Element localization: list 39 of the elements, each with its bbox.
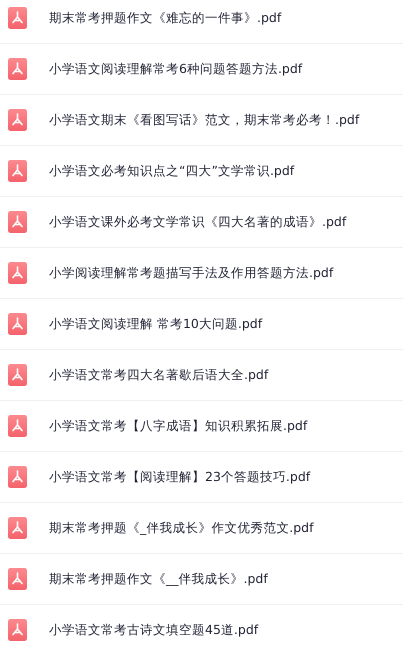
file-row[interactable]: 期末常考押题作文《难忘的一件事》.pdf [0, 0, 403, 44]
file-row[interactable]: 小学语文阅读理解常考6种问题答题方法.pdf [0, 44, 403, 95]
pdf-file-icon [8, 262, 27, 284]
file-row[interactable]: 小学阅读理解常考题描写手法及作用答题方法.pdf [0, 248, 403, 299]
file-name: 小学语文常考古诗文填空题45道.pdf [49, 622, 258, 638]
file-row[interactable]: 小学语文课外必考文学常识《四大名著的成语》.pdf [0, 197, 403, 248]
file-row[interactable]: 小学语文期末《看图写话》范文，期末常考必考！.pdf [0, 95, 403, 146]
file-name: 小学语文必考知识点之“四大”文学常识.pdf [49, 162, 294, 180]
file-name: 小学语文常考【阅读理解】23个答题技巧.pdf [49, 468, 310, 486]
file-name: 小学语文阅读理解 常考10大问题.pdf [49, 316, 262, 332]
file-name: 期末常考押题《_伴我成长》作文优秀范文.pdf [49, 520, 314, 536]
pdf-file-icon [8, 109, 27, 131]
file-name: 期末常考押题作文《难忘的一件事》.pdf [49, 10, 282, 26]
file-row[interactable]: 小学语文阅读理解 常考10大问题.pdf [0, 299, 403, 350]
file-name: 小学语文课外必考文学常识《四大名著的成语》.pdf [49, 214, 346, 230]
file-row[interactable]: 小学语文常考【八字成语】知识积累拓展.pdf [0, 401, 403, 452]
file-name: 小学阅读理解常考题描写手法及作用答题方法.pdf [49, 264, 334, 282]
pdf-file-icon [8, 466, 27, 488]
file-row[interactable]: 小学语文常考【阅读理解】23个答题技巧.pdf [0, 452, 403, 503]
pdf-file-icon [8, 568, 27, 590]
file-row[interactable]: 小学语文必考知识点之“四大”文学常识.pdf [0, 146, 403, 197]
file-row[interactable]: 小学语文常考古诗文填空题45道.pdf [0, 605, 403, 645]
file-row[interactable]: 期末常考押题《_伴我成长》作文优秀范文.pdf [0, 503, 403, 554]
pdf-file-icon [8, 7, 27, 29]
pdf-file-icon [8, 364, 27, 386]
pdf-file-icon [8, 211, 27, 233]
file-row[interactable]: 小学语文常考四大名著歇后语大全.pdf [0, 350, 403, 401]
file-name: 小学语文期末《看图写话》范文，期末常考必考！.pdf [49, 112, 360, 128]
pdf-file-icon [8, 619, 27, 641]
pdf-file-icon [8, 415, 27, 437]
file-name: 小学语文常考四大名著歇后语大全.pdf [49, 366, 268, 384]
file-name: 小学语文阅读理解常考6种问题答题方法.pdf [49, 60, 302, 78]
pdf-file-icon [8, 58, 27, 80]
file-row[interactable]: 期末常考押题作文《__伴我成长》.pdf [0, 554, 403, 605]
pdf-file-icon [8, 160, 27, 182]
pdf-file-icon [8, 517, 27, 539]
file-name: 小学语文常考【八字成语】知识积累拓展.pdf [49, 418, 308, 434]
file-name: 期末常考押题作文《__伴我成长》.pdf [49, 570, 268, 588]
pdf-file-icon [8, 313, 27, 335]
